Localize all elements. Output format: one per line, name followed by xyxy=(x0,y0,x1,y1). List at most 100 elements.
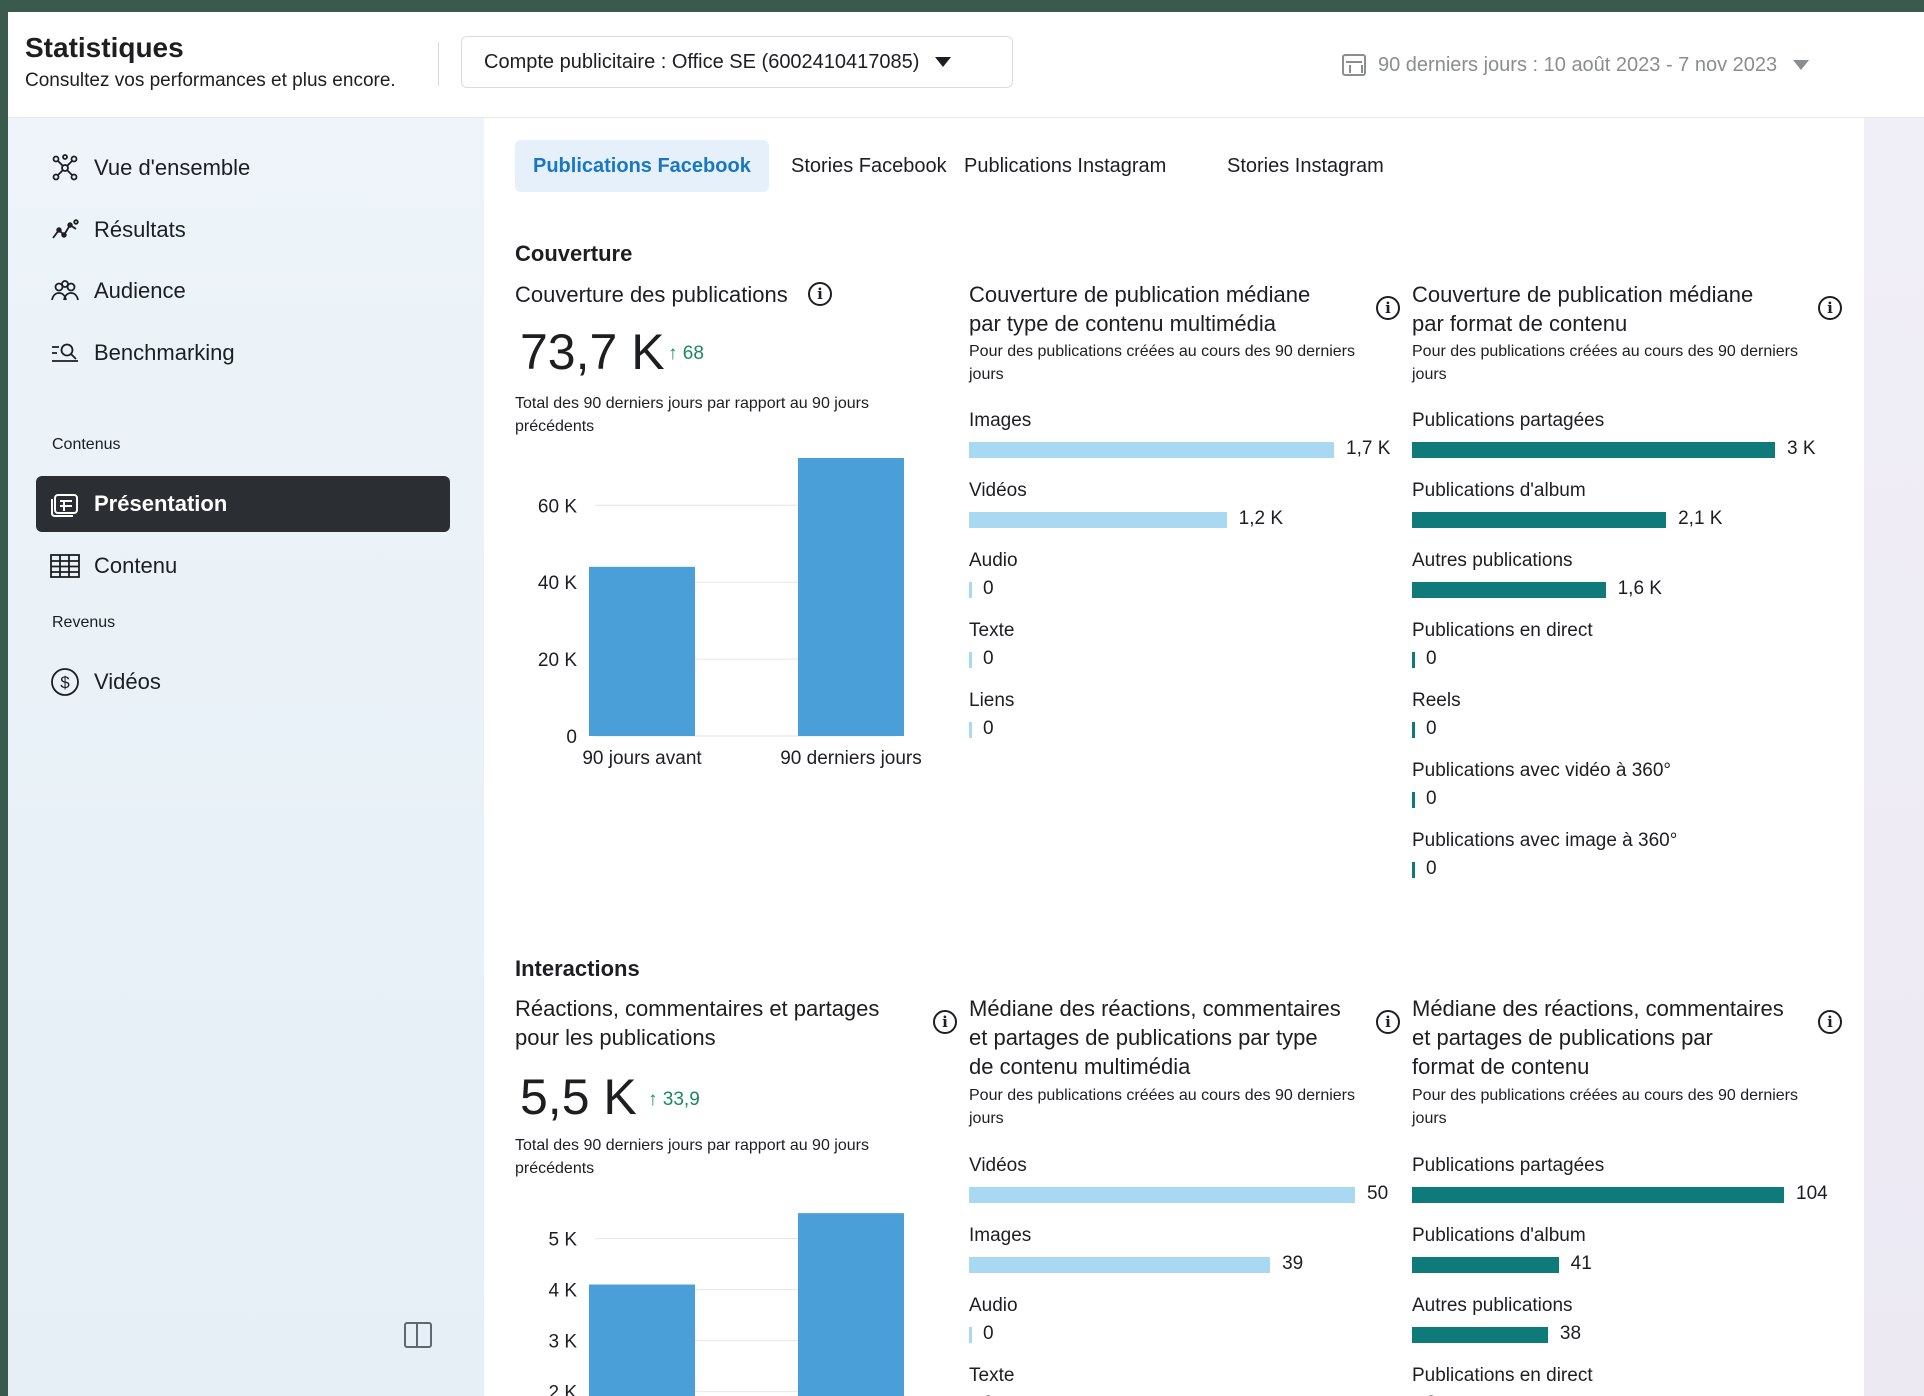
account-label: Compte publicitaire : Office SE (6002410… xyxy=(484,50,920,73)
tab-facebook-posts[interactable]: Publications Facebook xyxy=(515,140,769,192)
bar-value-label: 0 xyxy=(1426,718,1437,739)
collapse-sidebar-icon[interactable] xyxy=(404,1322,432,1348)
bar[interactable] xyxy=(1412,722,1415,738)
bar[interactable] xyxy=(1412,512,1667,528)
card-title-line: Couverture de publication médiane xyxy=(969,282,1311,307)
y-tick-label: 3 K xyxy=(548,1332,577,1353)
card-title-line: Médiane des réactions, commentaires xyxy=(1412,996,1784,1021)
bar[interactable] xyxy=(1412,652,1415,668)
section-title-reach: Couverture xyxy=(515,241,633,266)
bar-category-label: Autres publications xyxy=(1412,1295,1573,1316)
bar-category-label: Reels xyxy=(1412,690,1461,711)
bar[interactable] xyxy=(1412,442,1775,458)
bar[interactable] xyxy=(798,1213,904,1396)
info-icon[interactable]: i xyxy=(1818,1010,1842,1034)
sidebar-item-label: Vue d'ensemble xyxy=(94,155,251,180)
bar-value-label: 38 xyxy=(1559,1323,1582,1344)
dollar-circle-icon: $ xyxy=(50,667,80,697)
card-note: Pour des publications créées au cours de… xyxy=(969,1087,1355,1127)
card-title-line: et partages de publications par xyxy=(1412,1025,1713,1050)
bar[interactable] xyxy=(1412,1327,1548,1343)
bar-category-label: Audio xyxy=(969,550,1018,571)
sidebar-item-overview[interactable]: Vue d'ensemble xyxy=(36,140,450,196)
account-selector[interactable]: Compte publicitaire : Office SE (6002410… xyxy=(461,36,1013,88)
info-icon[interactable]: i xyxy=(933,1010,957,1034)
bar[interactable] xyxy=(1412,1257,1559,1273)
page-subtitle: Consultez vos performances et plus encor… xyxy=(25,70,396,91)
top-bar: Statistiques Consultez vos performances … xyxy=(8,12,1924,118)
bar[interactable] xyxy=(589,566,695,736)
bar-category-label: Publications partagées xyxy=(1412,410,1605,431)
bar-value-label: 1,7 K xyxy=(1346,438,1391,459)
bar-value-label: 1,2 K xyxy=(1238,508,1284,529)
bar-category-label: Images xyxy=(969,410,1032,431)
network-icon xyxy=(50,153,80,183)
bar[interactable] xyxy=(969,1187,1355,1203)
bar-category-label: Publications en direct xyxy=(1412,1365,1593,1386)
bar[interactable] xyxy=(969,1257,1271,1273)
sidebar-item-results[interactable]: Résultats xyxy=(36,202,450,258)
sidebar-item-content[interactable]: Contenu xyxy=(36,538,450,594)
bar[interactable] xyxy=(969,722,972,738)
tab-instagram-stories[interactable]: Stories Instagram xyxy=(1209,140,1402,192)
card-title-line: Médiane des réactions, commentaires xyxy=(969,996,1341,1021)
tab-instagram-posts[interactable]: Publications Instagram xyxy=(946,140,1184,192)
bar[interactable] xyxy=(1412,1187,1784,1203)
trend-icon xyxy=(50,215,80,245)
bar-category-label: Publications partagées xyxy=(1412,1155,1605,1176)
bar-value-label: 104 xyxy=(1796,1183,1828,1204)
bar-category-label: Texte xyxy=(969,1365,1015,1386)
card-note: Total des 90 derniers jours par rapport … xyxy=(515,1137,869,1177)
bar-category-label: Liens xyxy=(969,690,1015,711)
bar[interactable] xyxy=(969,652,972,668)
caret-down-icon xyxy=(1793,60,1810,70)
bar[interactable] xyxy=(1412,582,1606,598)
info-icon[interactable]: i xyxy=(1818,296,1842,320)
right-edge xyxy=(1864,118,1924,1396)
bar[interactable] xyxy=(798,458,904,736)
bar-category-label: Texte xyxy=(969,620,1015,641)
bar-value-label: 50 xyxy=(1367,1183,1389,1204)
bar[interactable] xyxy=(969,512,1227,528)
y-tick-label: 2 K xyxy=(548,1383,577,1396)
bar[interactable] xyxy=(969,1327,972,1343)
sidebar-item-benchmarking[interactable]: Benchmarking xyxy=(36,325,450,381)
y-tick-label: 40 K xyxy=(538,573,577,594)
bar-category-label: Publications d'album xyxy=(1412,1225,1586,1246)
bar[interactable] xyxy=(969,582,972,598)
sidebar-item-label: Vidéos xyxy=(94,669,161,694)
bar[interactable] xyxy=(589,1284,695,1396)
bar-value-label: 41 xyxy=(1570,1253,1592,1274)
bar[interactable] xyxy=(969,442,1334,458)
delta-post-reach: ↑ 68 xyxy=(668,343,704,364)
x-tick-label: 90 jours avant xyxy=(582,748,702,769)
delta-interactions: ↑ 33,9 xyxy=(648,1089,700,1110)
sidebar-item-label: Présentation xyxy=(94,491,228,516)
people-icon xyxy=(50,276,80,306)
info-icon[interactable]: i xyxy=(808,282,832,306)
section-title-interactions: Interactions xyxy=(515,956,640,981)
table-icon xyxy=(50,551,80,581)
metric-post-reach: 73,7 K xyxy=(520,324,665,380)
info-icon[interactable]: i xyxy=(1376,296,1400,320)
sidebar-item-label: Contenu xyxy=(94,553,178,578)
bar[interactable] xyxy=(1412,862,1415,878)
info-icon[interactable]: i xyxy=(1376,1010,1400,1034)
card-title-line: et partages de publications par type xyxy=(969,1025,1318,1050)
bar-value-label: 0 xyxy=(983,578,994,599)
card-title-post-reach: Couverture des publications xyxy=(515,282,788,307)
page-title: Statistiques xyxy=(25,32,184,63)
calendar-icon xyxy=(1342,54,1366,76)
sidebar-item-label: Benchmarking xyxy=(94,340,235,365)
sidebar-item-videos[interactable]: $ Vidéos xyxy=(36,654,450,710)
sidebar-item-label: Résultats xyxy=(94,217,186,242)
y-tick-label: 20 K xyxy=(538,650,577,671)
date-range-picker[interactable]: 90 derniers jours : 10 août 2023 - 7 nov… xyxy=(1342,50,1810,80)
sidebar-item-audience[interactable]: Audience xyxy=(36,263,450,319)
sidebar-item-presentation[interactable]: Présentation xyxy=(36,476,450,532)
benchmark-icon xyxy=(50,338,80,368)
tab-facebook-stories[interactable]: Stories Facebook xyxy=(773,140,965,192)
card-note: Pour des publications créées au cours de… xyxy=(1412,1087,1798,1127)
bar[interactable] xyxy=(1412,792,1415,808)
bar-value-label: 0 xyxy=(983,648,994,669)
